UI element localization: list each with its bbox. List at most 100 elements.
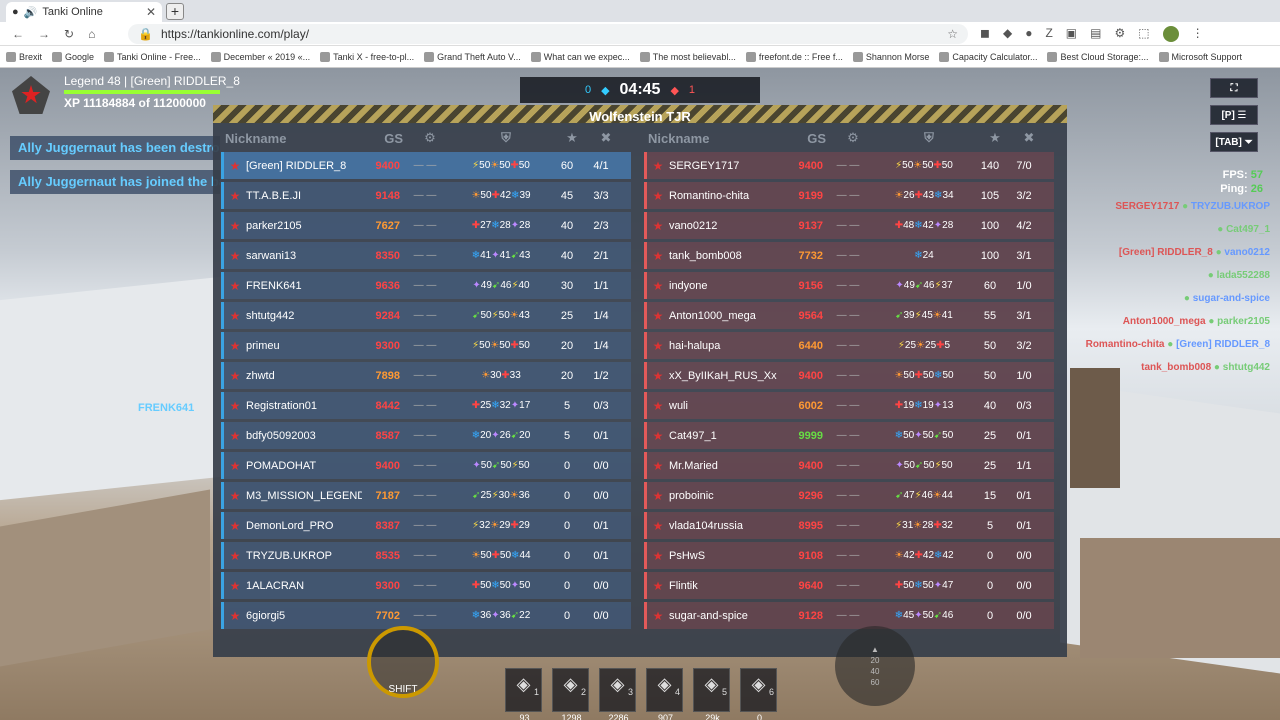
bookmark-item[interactable]: Shannon Morse: [852, 51, 929, 62]
terrain-snow: [0, 275, 230, 501]
player-row[interactable]: ★ xX_ByIIKaH_RUS_Xx 9400— — ☀50✚50❄50 50 1/0: [644, 362, 1054, 389]
player-row[interactable]: ★ tank_bomb008 7732 — — ❄24 100 3/1: [644, 242, 1054, 269]
player-score: 0: [563, 519, 571, 532]
player-row[interactable]: ★ FRENK641 9636 — — ✦49➹46⚡40 30 1/1: [221, 272, 631, 299]
close-tab-icon[interactable]: ✕: [146, 5, 156, 19]
pause-menu-button[interactable]: [P] ☰: [1210, 105, 1258, 125]
player-row[interactable]: ★ Flintik 9640— — ✚50❄50✦47 0 0/0: [644, 572, 1054, 599]
profile-avatar[interactable]: [1162, 26, 1179, 42]
player-row[interactable]: ★ wuli 6002— — ✚19❄19✦13 40 0/3: [644, 392, 1054, 419]
player-row[interactable]: ★ 1ALACRAN 9300— — ✚50❄50✦50 0 0/0: [221, 572, 631, 599]
slot-key-number: 3: [627, 687, 633, 697]
player-row[interactable]: ★ 6giorgi5 7702— — ❄36✦36➹22 0 0/0: [221, 602, 631, 629]
supply-slot[interactable]: ◈ 1 93: [505, 668, 542, 720]
player-row[interactable]: ★ shtutg442 9284— — ➹50⚡50☀43 25 1/4: [221, 302, 631, 329]
supply-slot[interactable]: ◈ 2 1298: [552, 668, 589, 720]
player-row[interactable]: ★ Mr.Maried 9400 — — ✦50➹50⚡50 25 1/1: [644, 452, 1054, 479]
player-row[interactable]: ★ primeu 9300 — — ⚡50☀50✚50 20 1/4: [221, 332, 631, 359]
gear-score: 9156: [798, 279, 823, 292]
resistance-value: 28: [499, 220, 511, 231]
player-row[interactable]: ★ Romantino-chita 9199 — — ☀26✚43❄34 105 3/2: [644, 182, 1054, 209]
back-icon[interactable]: ←: [12, 27, 24, 41]
bookmark-item[interactable]: Best Cloud Storage:...: [1047, 51, 1149, 62]
resistance-module-icon: ❄: [471, 430, 481, 441]
player-row[interactable]: ★ DemonLord_PRO 8387 — — ⚡32☀29✚29 0 0/1: [221, 512, 631, 539]
bookmark-item[interactable]: December « 2019 «...: [210, 51, 310, 62]
game-viewport[interactable]: Legend 48 | [Green] RIDDLER_8 XP 1118488…: [0, 68, 1280, 720]
bookmark-item[interactable]: Microsoft Support: [1158, 51, 1242, 62]
player-row[interactable]: ★ TRYZUB.UKROP 8535 — — ☀50✚50❄44 0 0/1: [221, 542, 631, 569]
player-row[interactable]: ★ M3_MISSION_LEGEND 7187 — — ➹25⚡30☀36 0 0/0: [221, 482, 631, 509]
supply-slot[interactable]: ◈ 5 29k: [693, 668, 730, 720]
bookmark-item[interactable]: Brexit: [6, 51, 42, 62]
player-score: 100: [980, 219, 1000, 232]
home-icon[interactable]: ⌂: [88, 27, 95, 41]
resistance-value: 44: [941, 490, 953, 501]
player-row[interactable]: ★ Cat497_1 9999— — ❄50✦50➹50 25 0/1: [644, 422, 1054, 449]
browser-tab[interactable]: ● 🔊 Tanki Online ✕: [6, 2, 162, 22]
resistances: ✚48❄42✦28: [873, 220, 975, 231]
extension-icon[interactable]: ▣: [1066, 26, 1077, 42]
player-row[interactable]: ★ vano0212 9137 — — ✚48❄42✦28 100 4/2: [644, 212, 1054, 239]
scoreboard-toggle-button[interactable]: [TAB] ⏷: [1210, 132, 1258, 152]
menu-icon[interactable]: ⋮: [1192, 26, 1204, 42]
new-tab-button[interactable]: +: [166, 3, 184, 20]
bookmark-item[interactable]: Tanki Online - Free...: [104, 51, 201, 62]
extension-icon[interactable]: ●: [1025, 26, 1032, 42]
player-nickname: primeu: [246, 339, 280, 352]
extension-icon[interactable]: ⬚: [1138, 26, 1149, 42]
extension-icon[interactable]: ◆: [1003, 26, 1012, 42]
url-field[interactable]: 🔒 https://tankionline.com/play/ ☆: [128, 24, 968, 44]
resistance-module-icon: ✚: [471, 220, 481, 231]
player-row[interactable]: ★ indyone 9156 — — ✦49➹46⚡37 60 1/0: [644, 272, 1054, 299]
nickname-header: Nickname: [648, 130, 710, 146]
resistance-value: 28: [519, 220, 531, 231]
forward-icon[interactable]: →: [38, 27, 50, 41]
player-row[interactable]: ★ parker2105 7627— — ✚27❄28✦28 40 2/3: [221, 212, 631, 239]
player-row[interactable]: ★ bdfy05092003 8587— — ❄20✦26➹20 5 0/1: [221, 422, 631, 449]
supply-slot[interactable]: ◈ 3 2286: [599, 668, 636, 720]
extension-icon[interactable]: ◼: [980, 26, 990, 42]
bookmark-item[interactable]: The most believabl...: [639, 51, 736, 62]
supply-slot[interactable]: ◈ 4 907: [646, 668, 683, 720]
bookmark-item[interactable]: What can we expec...: [530, 51, 630, 62]
extension-icon[interactable]: ▤: [1090, 26, 1101, 42]
player-row[interactable]: ★ sarwani13 8350— — ❄41✦41➹43 40 2/1: [221, 242, 631, 269]
resistance-value: 46: [921, 490, 933, 501]
player-row[interactable]: ★ sugar-and-spice 9128 — — ❄45✦50➹46 0 0/0: [644, 602, 1054, 629]
player-score: 0: [563, 579, 571, 592]
bookmark-item[interactable]: Grand Theft Auto V...: [424, 51, 521, 62]
bookmark-item[interactable]: freefont.de :: Free f...: [745, 51, 843, 62]
player-nickname: wuli: [669, 399, 688, 412]
player-row[interactable]: ★ TT.A.B.E.JI 9148 — — ☀50✚42❄39 45 3/3: [221, 182, 631, 209]
player-row[interactable]: ★ vlada104russia 8995 — — ⚡31☀28✚32 5 0/1: [644, 512, 1054, 539]
overdrive-button[interactable]: SHIFT: [367, 626, 439, 698]
terrain-rock: [0, 489, 210, 667]
player-row[interactable]: ★ SERGEY1717 9400 — — ⚡50☀50✚50 140 7/0: [644, 152, 1054, 179]
player-row[interactable]: ★ POMADOHAT 9400 — — ✦50➹50⚡50 0 0/0: [221, 452, 631, 479]
supply-slot[interactable]: ◈ 6 0: [740, 668, 777, 720]
player-nickname: DemonLord_PRO: [246, 519, 334, 532]
player-row[interactable]: ★ Registration01 8442 — — ✚25❄32✦17 5 0/3: [221, 392, 631, 419]
player-row[interactable]: ★ proboinic 9296 — — ➹47⚡46☀44 15 0/1: [644, 482, 1054, 509]
kills-deaths: 0/0: [593, 489, 609, 502]
player-row[interactable]: ★ hai-halupa 6440— — ⚡25☀25✚5 50 3/2: [644, 332, 1054, 359]
fullscreen-button[interactable]: ⛶: [1210, 78, 1258, 98]
speaker-icon[interactable]: 🔊: [24, 6, 38, 19]
player-row[interactable]: ★ zhwtd 7898 — — ☀30✚33 20 1/2: [221, 362, 631, 389]
rank-star-icon: ★: [652, 548, 664, 563]
bookmark-label: Google: [65, 51, 95, 62]
reload-icon[interactable]: ↻: [64, 27, 74, 41]
performance-readout: FPS: 57 Ping: 26: [1205, 168, 1263, 196]
bookmark-star-icon[interactable]: ☆: [947, 27, 958, 41]
extension-icon[interactable]: ⚙: [1114, 26, 1125, 42]
extension-icon[interactable]: Z: [1045, 26, 1052, 42]
bookmark-item[interactable]: Capacity Calculator...: [939, 51, 1037, 62]
player-row[interactable]: ★ [Green] RIDDLER_8 9400 — — ⚡50☀50✚50 60 4/1: [221, 152, 631, 179]
player-row[interactable]: ★ PsHwS 9108 — — ☀42✚42❄42 0 0/0: [644, 542, 1054, 569]
bookmark-item[interactable]: Tanki X - free-to-pl...: [320, 51, 414, 62]
player-row[interactable]: ★ Anton1000_mega 9564 — — ➹39⚡45☀41 55 3/1: [644, 302, 1054, 329]
bookmark-item[interactable]: Google: [52, 51, 95, 62]
gear-score: 8350: [375, 249, 400, 262]
resistance-value: 50: [922, 580, 934, 591]
